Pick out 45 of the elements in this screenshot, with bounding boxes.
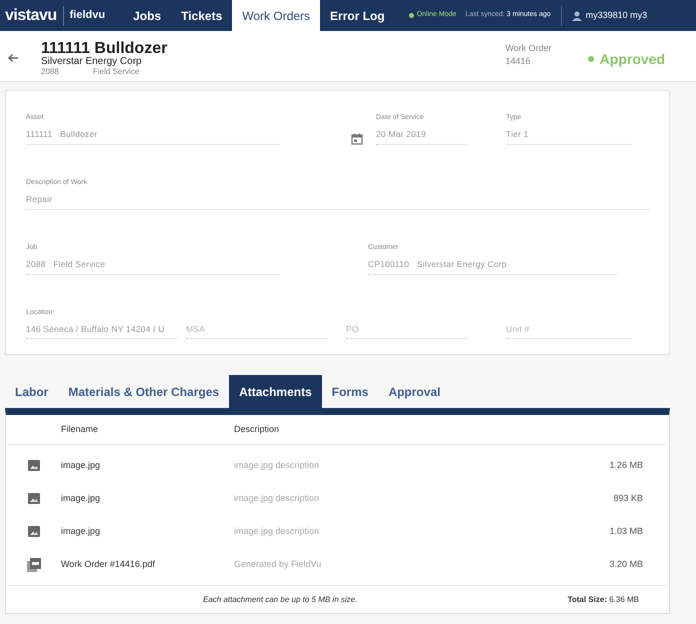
section-tab[interactable]: Forms xyxy=(322,375,378,408)
file-description: image.jpg description xyxy=(234,492,320,505)
brand-logo[interactable]: vistavu xyxy=(5,8,57,24)
image-icon xyxy=(28,526,40,537)
user-icon xyxy=(572,10,582,20)
job-number: 2088 xyxy=(41,67,60,76)
file-size: 893 KB xyxy=(613,492,643,505)
nav-tab[interactable]: Jobs xyxy=(123,0,172,31)
work-order-label: Work Order xyxy=(505,42,552,55)
file-description: image.jpg description xyxy=(234,524,320,538)
file-size: 3.20 MB xyxy=(609,558,643,571)
file-name[interactable]: image.jpg xyxy=(61,524,234,538)
file-size: 1.03 MB xyxy=(609,524,643,538)
total-size: Total Size: 6.36 MB xyxy=(568,594,639,606)
file-name[interactable]: image.jpg xyxy=(61,492,234,506)
file-description: Generated by FieldVu xyxy=(234,558,322,571)
image-icon xyxy=(28,493,40,504)
section-tab[interactable]: Approval xyxy=(378,375,450,408)
asset-title: 111111 Bulldozer xyxy=(41,41,168,56)
input-field[interactable]: MSA xyxy=(186,320,328,340)
back-arrow-icon[interactable] xyxy=(7,53,19,63)
product-logo[interactable]: fieldvu xyxy=(70,10,106,21)
file-name[interactable]: Work Order #14416.pdf xyxy=(61,558,234,572)
nav-tab[interactable]: Error Log xyxy=(320,0,395,31)
column-header: Filename xyxy=(61,422,100,436)
nav-tab[interactable]: Work Orders xyxy=(232,0,320,31)
customer-name: Silverstar Energy Corp xyxy=(41,56,143,67)
input-field[interactable]: Unit # xyxy=(506,320,631,340)
section-tab[interactable]: Labor xyxy=(5,375,58,408)
calendar-icon[interactable] xyxy=(351,133,363,145)
image-icon xyxy=(28,460,40,471)
section-tab[interactable]: Attachments xyxy=(229,375,322,408)
file-size: 1.26 MB xyxy=(609,458,643,472)
file-description: image.jpg description xyxy=(234,458,320,472)
file-name[interactable]: image.jpg xyxy=(61,458,234,472)
column-header: Description xyxy=(234,422,280,436)
input-field[interactable]: PO xyxy=(346,320,468,340)
job-name: Field Service xyxy=(93,67,140,76)
nav-tab[interactable]: Tickets xyxy=(171,0,232,31)
status-label: Approved xyxy=(600,52,665,66)
pdf-icon xyxy=(26,558,40,572)
user-name[interactable]: my339810 my3 xyxy=(586,8,648,22)
section-tab[interactable]: Materials & Other Charges xyxy=(58,375,230,408)
work-order-number: 14416 xyxy=(505,55,532,68)
size-note: Each attachment can be up to 5 MB in size. xyxy=(203,594,358,606)
